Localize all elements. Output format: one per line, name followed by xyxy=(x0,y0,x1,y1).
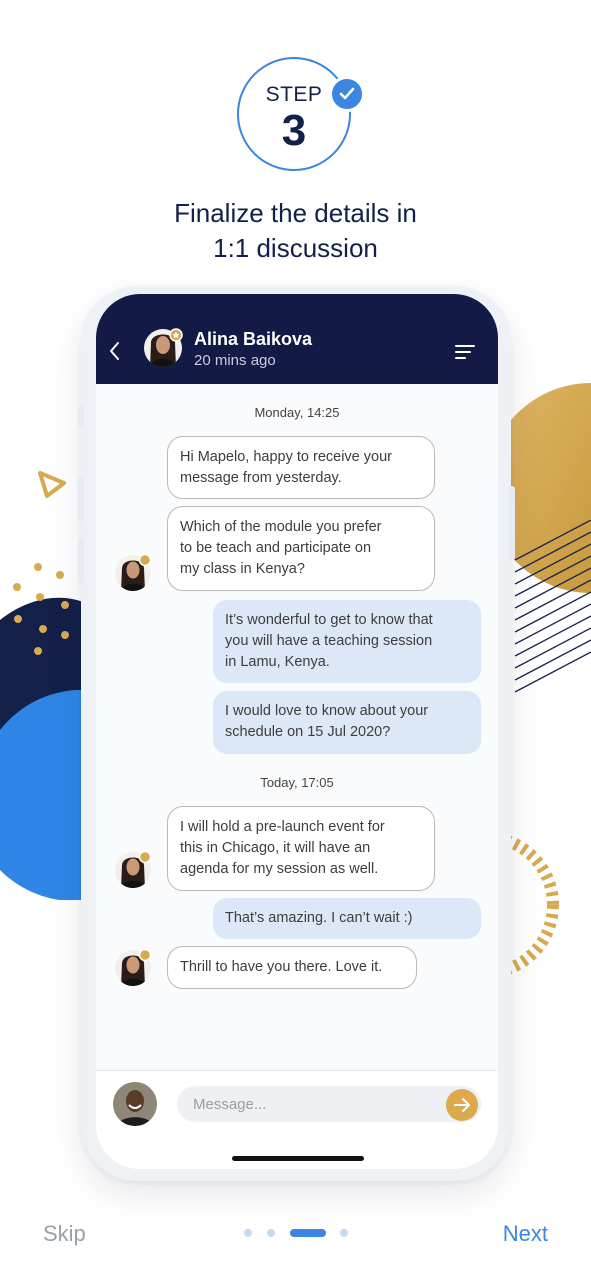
message-list[interactable]: Monday, 14:25 Hi Mapelo, happy to receiv… xyxy=(96,384,498,1070)
step-number: 3 xyxy=(281,106,307,155)
blue-circle-decoration xyxy=(0,690,90,900)
arrow-right-icon[interactable] xyxy=(446,1089,478,1121)
step-badge: STEP 3 xyxy=(237,57,365,171)
gold-dots-decoration xyxy=(13,563,69,655)
message-bubble-outgoing[interactable]: It’s wonderful to get to know that you w… xyxy=(213,600,481,683)
page-dot-active[interactable] xyxy=(290,1229,326,1237)
date-separator: Monday, 14:25 xyxy=(254,405,340,420)
headline-line-1: Finalize the details in xyxy=(174,198,417,228)
triangle-outline-decoration xyxy=(38,471,66,498)
phone-side-button xyxy=(78,405,84,429)
message-bubble-incoming[interactable]: Which of the module you prefer to be tea… xyxy=(167,506,435,591)
date-separator: Today, 17:05 xyxy=(260,775,334,790)
chevron-left-icon[interactable] xyxy=(108,340,122,362)
page-dot[interactable] xyxy=(244,1229,252,1237)
hatch-lines-decoration xyxy=(514,520,591,693)
page-headline: Finalize the details in 1:1 discussion xyxy=(0,196,591,266)
dashed-ring-decoration xyxy=(505,833,559,977)
message-bubble-outgoing[interactable]: I would love to know about your schedule… xyxy=(213,691,481,754)
phone-side-button xyxy=(78,538,84,584)
message-composer xyxy=(96,1070,498,1169)
checkmark-icon xyxy=(329,76,365,112)
contact-last-seen: 20 mins ago xyxy=(194,352,276,369)
skip-button[interactable]: Skip xyxy=(43,1221,86,1247)
phone-screen: Alina Baikova 20 mins ago Monday, 14:25 … xyxy=(96,294,498,1169)
page-dot[interactable] xyxy=(267,1229,275,1237)
avatar[interactable] xyxy=(112,1081,158,1127)
avatar[interactable] xyxy=(114,949,152,987)
avatar[interactable] xyxy=(114,554,152,592)
message-bubble-incoming[interactable]: Thrill to have you there. Love it. xyxy=(167,946,417,989)
message-bubble-outgoing[interactable]: That’s amazing. I can’t wait :) xyxy=(213,898,481,939)
phone-side-button xyxy=(78,476,84,522)
message-input[interactable] xyxy=(177,1086,481,1122)
next-button[interactable]: Next xyxy=(503,1221,548,1247)
phone-side-button xyxy=(509,486,515,560)
contact-name: Alina Baikova xyxy=(194,329,313,349)
page-dot[interactable] xyxy=(340,1229,348,1237)
message-bubble-incoming[interactable]: I will hold a pre-launch event for this … xyxy=(167,806,435,891)
headline-line-2: 1:1 discussion xyxy=(213,233,378,263)
message-bubble-incoming[interactable]: Hi Mapelo, happy to receive your message… xyxy=(167,436,435,499)
chat-header: Alina Baikova 20 mins ago xyxy=(96,294,498,384)
home-indicator xyxy=(232,1156,364,1161)
filter-menu-icon[interactable] xyxy=(454,343,476,361)
avatar[interactable] xyxy=(143,328,183,368)
avatar[interactable] xyxy=(114,851,152,889)
